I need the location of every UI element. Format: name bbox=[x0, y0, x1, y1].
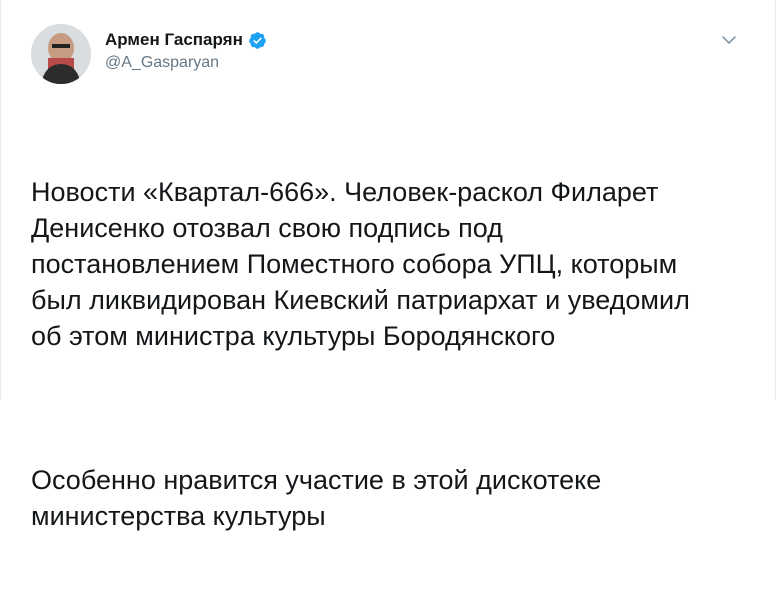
author-handle[interactable]: @A_Gasparyan bbox=[105, 54, 267, 72]
author-display-name[interactable]: Армен Гаспарян bbox=[105, 30, 243, 50]
tweet-text: Новости «Квартал-666». Человек-раскол Фи… bbox=[31, 102, 751, 606]
author-info: Армен Гаспарян @A_Gasparyan bbox=[105, 30, 267, 72]
user-avatar-image bbox=[31, 24, 91, 84]
name-row: Армен Гаспарян bbox=[105, 30, 267, 50]
tweet-paragraph-1: Новости «Квартал-666». Человек-раскол Фи… bbox=[31, 177, 690, 351]
chevron-down-icon[interactable] bbox=[719, 30, 739, 50]
tweet-paragraph-2: Особенно нравится участие в этой дискоте… bbox=[31, 465, 602, 531]
tweet-header: Армен Гаспарян @A_Gasparyan bbox=[31, 24, 267, 84]
avatar[interactable] bbox=[31, 24, 91, 84]
tweet-card: Армен Гаспарян @A_Gasparyan Новости «Ква… bbox=[0, 0, 776, 531]
verified-badge-icon bbox=[248, 31, 267, 50]
